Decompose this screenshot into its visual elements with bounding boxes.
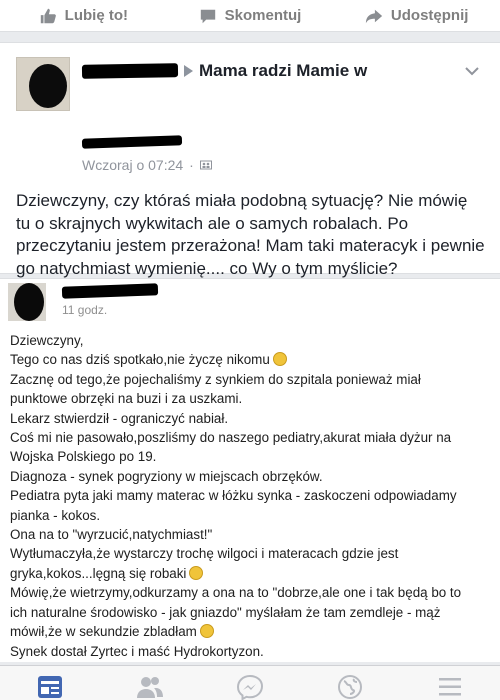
globe-icon bbox=[338, 675, 362, 699]
share-button[interactable]: Udostępnij bbox=[333, 7, 500, 25]
post-options-chevron-icon[interactable] bbox=[462, 61, 482, 81]
share-label: Udostępnij bbox=[390, 7, 469, 24]
screenshot-avatar bbox=[8, 283, 46, 321]
emoji-icon bbox=[199, 624, 214, 639]
comment-button[interactable]: Skomentuj bbox=[167, 7, 334, 25]
screenshot-text-line-content: mówił,że w sekundzie zbladłam bbox=[10, 624, 197, 640]
tab-menu[interactable] bbox=[435, 674, 465, 700]
group-name[interactable]: Mama radzi Mamie w bbox=[199, 61, 367, 81]
screenshot-text-line: Wojska Polskiego po 19. bbox=[10, 447, 494, 466]
screenshot-text-line-content: Wojska Polskiego po 19. bbox=[10, 449, 157, 465]
friends-icon bbox=[137, 677, 163, 698]
screenshot-text-line: Ona na to "wyrzucić,natychmiast!" bbox=[10, 525, 494, 544]
screenshot-text-line: Coś mi nie pasowało,poszliśmy do naszego… bbox=[10, 428, 494, 447]
tab-news-feed[interactable] bbox=[35, 674, 65, 700]
screenshot-text-line: mówił,że w sekundzie zbladłam bbox=[10, 622, 494, 641]
screenshot-text-line: punktowe obrzęki na buzi i za uszkami. bbox=[10, 389, 494, 408]
screenshot-text-line-content: Ona na to "wyrzucić,natychmiast!" bbox=[10, 527, 213, 543]
emoji-icon bbox=[272, 352, 287, 367]
messenger-icon bbox=[236, 674, 264, 700]
screenshot-text-line-content: Synek dostał Zyrtec i maść Hydrokortyzon… bbox=[10, 643, 264, 659]
screenshot-text-line-content: pianka - kokos. bbox=[10, 507, 101, 523]
screenshot-text-line-content: ich naturalne środowisko - jak gniazdo" … bbox=[10, 604, 441, 620]
screenshot-redacted-name bbox=[61, 283, 159, 299]
tab-messenger[interactable] bbox=[235, 674, 265, 700]
screenshot-text-line: Zacznę od tego,że pojechaliśmy z synkiem… bbox=[10, 370, 494, 389]
arrow-right-icon bbox=[184, 65, 193, 77]
screenshot-text-line: Synek dostał Zyrtec i maść Hydrokortyzon… bbox=[10, 642, 494, 661]
screenshot-text-line: gryka,kokos...lęgną się robaki bbox=[10, 564, 494, 583]
post-card: Mama radzi Mamie w Wczoraj o 07:24 · Dzi… bbox=[0, 42, 500, 278]
screenshot-text-line: pianka - kokos. bbox=[10, 506, 494, 525]
redacted-author-name bbox=[81, 63, 179, 79]
post-body-text: Dziewczyny, czy któraś miała podobną syt… bbox=[16, 191, 485, 278]
post-actions-bar: Lubię to! Skomentuj Udostępnij bbox=[0, 0, 500, 32]
share-icon bbox=[365, 9, 383, 23]
tab-friend-requests[interactable] bbox=[135, 674, 165, 700]
screenshot-text-line-content: Coś mi nie pasowało,poszliśmy do naszego… bbox=[10, 430, 452, 446]
screenshot-text-line-content: Tego co nas dziś spotkało,nie życzę niko… bbox=[10, 352, 270, 368]
screenshot-text-line-content: punktowe obrzęki na buzi i za uszkami. bbox=[10, 391, 243, 407]
screenshot-text-line-content: Lekarz stwierdził - ograniczyć nabiał. bbox=[10, 410, 229, 426]
screenshot-text-line-content: gryka,kokos...lęgną się robaki bbox=[10, 565, 187, 581]
screenshot-text-line-content: Mówię,że wietrzymy,odkurzamy a ona na to… bbox=[10, 585, 462, 601]
tab-notifications[interactable] bbox=[335, 674, 365, 700]
screenshot-text-line-content: Wytłumaczyła,że wystarczy trochę wilgoci… bbox=[10, 546, 399, 562]
group-audience-icon bbox=[199, 159, 212, 171]
emoji-icon bbox=[189, 565, 204, 580]
screenshot-text-line: Diagnoza - synek pogryziony w miejscach … bbox=[10, 467, 494, 486]
screenshot-text-line: Mówię,że wietrzymy,odkurzamy a ona na to… bbox=[10, 583, 494, 602]
redacted-group-name bbox=[81, 135, 183, 149]
like-button[interactable]: Lubię to! bbox=[0, 7, 167, 25]
screenshot-text-line: ich naturalne środowisko - jak gniazdo" … bbox=[10, 603, 494, 622]
hamburger-menu-icon bbox=[439, 678, 461, 696]
thumbs-up-icon bbox=[40, 8, 56, 23]
screenshot-text: Dziewczyny, Tego co nas dziś spotkało,nie… bbox=[10, 331, 494, 661]
screenshot-timestamp: 11 godz. bbox=[62, 303, 108, 317]
screenshot-text-line: Dziewczyny, bbox=[10, 331, 494, 350]
like-label: Lubię to! bbox=[64, 7, 128, 24]
post-meta: Wczoraj o 07:24 · bbox=[82, 157, 212, 173]
attached-screenshot[interactable]: 11 godz. Dziewczyny, Tego co nas dziś spo… bbox=[0, 278, 500, 662]
bottom-tab-bar bbox=[0, 665, 500, 700]
meta-separator: · bbox=[189, 157, 194, 173]
comment-icon bbox=[200, 9, 215, 23]
screenshot-text-line: Tego co nas dziś spotkało,nie życzę niko… bbox=[10, 350, 494, 369]
screenshot-text-line: Wytłumaczyła,że wystarczy trochę wilgoci… bbox=[10, 544, 494, 563]
screenshot-text-line: Pediatra pyta jaki mamy materac w łóżku … bbox=[10, 486, 494, 505]
screenshot-text-line-content: Dziewczyny, bbox=[10, 333, 84, 348]
screenshot-text-line-content: Zacznę od tego,że pojechaliśmy z synkiem… bbox=[10, 371, 421, 387]
post-header: Mama radzi Mamie w bbox=[81, 61, 367, 81]
screenshot-text-line-content: Pediatra pyta jaki mamy materac w łóżku … bbox=[10, 488, 457, 504]
screenshot-text-line-content: Diagnoza - synek pogryziony w miejscach … bbox=[10, 468, 323, 484]
post-timestamp[interactable]: Wczoraj o 07:24 bbox=[82, 157, 183, 173]
comment-label: Skomentuj bbox=[224, 7, 302, 24]
author-avatar[interactable] bbox=[16, 57, 70, 111]
news-feed-icon bbox=[38, 676, 62, 698]
screenshot-text-line: Lekarz stwierdził - ograniczyć nabiał. bbox=[10, 409, 494, 428]
